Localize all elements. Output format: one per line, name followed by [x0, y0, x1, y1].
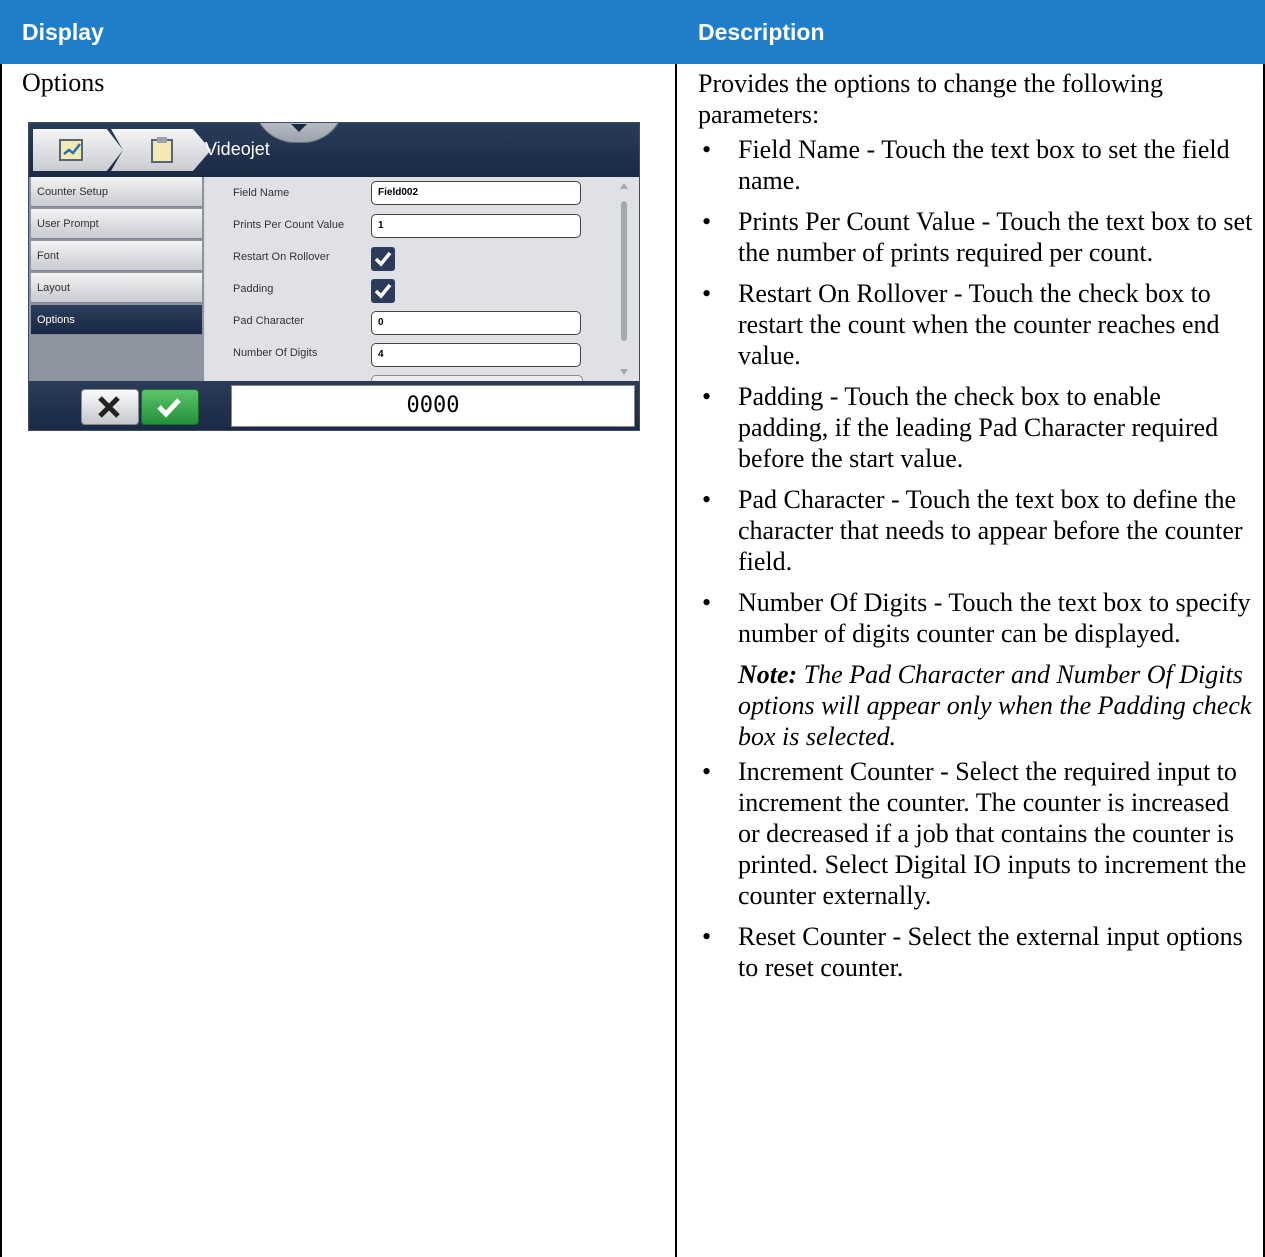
list-item: • Number Of Digits - Touch the text box t…: [698, 587, 1253, 649]
bullet-icon: •: [702, 207, 712, 236]
description-cell: Provides the options to change the follo…: [698, 68, 1253, 993]
options-form: Field Name Field002 Prints Per Count Val…: [205, 177, 639, 389]
field-name-input[interactable]: Field002: [371, 181, 581, 205]
device-top-bar: Videojet: [29, 123, 639, 177]
prints-per-count-input[interactable]: 1: [371, 214, 581, 238]
clipboard-icon: [151, 137, 173, 163]
header-display: Display: [0, 0, 676, 64]
list-item: • Reset Counter - Select the external inp…: [698, 921, 1253, 983]
scroll-thumb[interactable]: [621, 201, 627, 341]
check-icon: [157, 398, 181, 418]
list-item: • Prints Per Count Value - Touch the text…: [698, 206, 1253, 268]
prints-per-count-label: Prints Per Count Value: [233, 219, 345, 231]
sidebar-item-font[interactable]: Font: [31, 241, 202, 271]
bullet-icon: •: [702, 757, 712, 786]
bullet-icon: •: [702, 588, 712, 617]
close-icon: [98, 396, 120, 418]
device-bottom-bar: 0000: [29, 381, 639, 430]
edit-icon: [59, 139, 83, 161]
list-item-text: Restart On Rollover - Touch the check bo…: [738, 279, 1220, 370]
options-list: • Field Name - Touch the text box to set …: [698, 134, 1253, 649]
pad-character-input[interactable]: 0: [371, 311, 581, 335]
table-border-middle: [675, 64, 677, 1257]
list-item-text: Prints Per Count Value - Touch the text …: [738, 207, 1253, 267]
list-item-text: Increment Counter - Select the required …: [738, 757, 1247, 910]
scrollbar[interactable]: [617, 181, 631, 377]
pad-character-label: Pad Character: [233, 315, 304, 327]
bullet-icon: •: [702, 922, 712, 951]
options-table: Display Description Options Videojet Cou…: [0, 0, 1265, 1257]
cancel-button[interactable]: [81, 389, 139, 425]
check-icon: [374, 283, 392, 299]
bullet-icon: •: [702, 485, 712, 514]
header-description: Description: [676, 0, 1265, 64]
list-item: • Padding - Touch the check box to enable…: [698, 381, 1253, 474]
list-item-text: Number Of Digits - Touch the text box to…: [738, 588, 1251, 648]
options-list-2: • Increment Counter - Select the required…: [698, 756, 1253, 983]
device-screen: Videojet Counter Setup User Prompt Font …: [28, 122, 640, 431]
note-label: Note:: [738, 660, 798, 689]
chevron-down-icon: [291, 124, 307, 132]
sidebar-item-counter-setup[interactable]: Counter Setup: [31, 177, 202, 207]
sidebar-item-layout[interactable]: Layout: [31, 273, 202, 303]
breadcrumb-clipboard[interactable]: [111, 129, 211, 171]
padding-checkbox[interactable]: [371, 279, 395, 303]
bullet-icon: •: [702, 279, 712, 308]
list-item-text: Pad Character - Touch the text box to de…: [738, 485, 1243, 576]
restart-on-rollover-label: Restart On Rollover: [233, 251, 330, 263]
list-item: • Pad Character - Touch the text box to d…: [698, 484, 1253, 577]
list-item-text: Reset Counter - Select the external inpu…: [738, 922, 1243, 982]
counter-preview: 0000: [231, 385, 635, 427]
app-title: Videojet: [205, 139, 270, 159]
number-of-digits-label: Number Of Digits: [233, 347, 318, 359]
list-item: • Increment Counter - Select the required…: [698, 756, 1253, 911]
intro-text: Provides the options to change the follo…: [698, 69, 1164, 129]
confirm-button[interactable]: [141, 389, 199, 425]
restart-on-rollover-checkbox[interactable]: [371, 247, 395, 271]
note-text: The Pad Character and Number Of Digits o…: [738, 660, 1252, 751]
padding-label: Padding: [233, 283, 274, 295]
list-item: • Restart On Rollover - Touch the check b…: [698, 278, 1253, 371]
bullet-icon: •: [702, 382, 712, 411]
sidebar-item-options[interactable]: Options: [31, 305, 202, 335]
check-icon: [374, 251, 392, 267]
list-item: • Field Name - Touch the text box to set …: [698, 134, 1253, 196]
sidebar-item-user-prompt[interactable]: User Prompt: [31, 209, 202, 239]
note: Note: The Pad Character and Number Of Di…: [698, 659, 1253, 752]
table-border-left: [0, 64, 2, 1257]
scroll-down-icon[interactable]: [620, 369, 628, 375]
list-item-text: Field Name - Touch the text box to set t…: [738, 135, 1230, 195]
field-name-label: Field Name: [233, 187, 290, 199]
list-item-text: Padding - Touch the check box to enable …: [738, 382, 1219, 473]
row-title: Options: [22, 68, 105, 97]
sidebar: Counter Setup User Prompt Font Layout Op…: [29, 177, 204, 381]
bullet-icon: •: [702, 135, 712, 164]
number-of-digits-input[interactable]: 4: [371, 343, 581, 367]
breadcrumb-edit[interactable]: [33, 129, 123, 171]
scroll-up-icon[interactable]: [620, 183, 628, 189]
